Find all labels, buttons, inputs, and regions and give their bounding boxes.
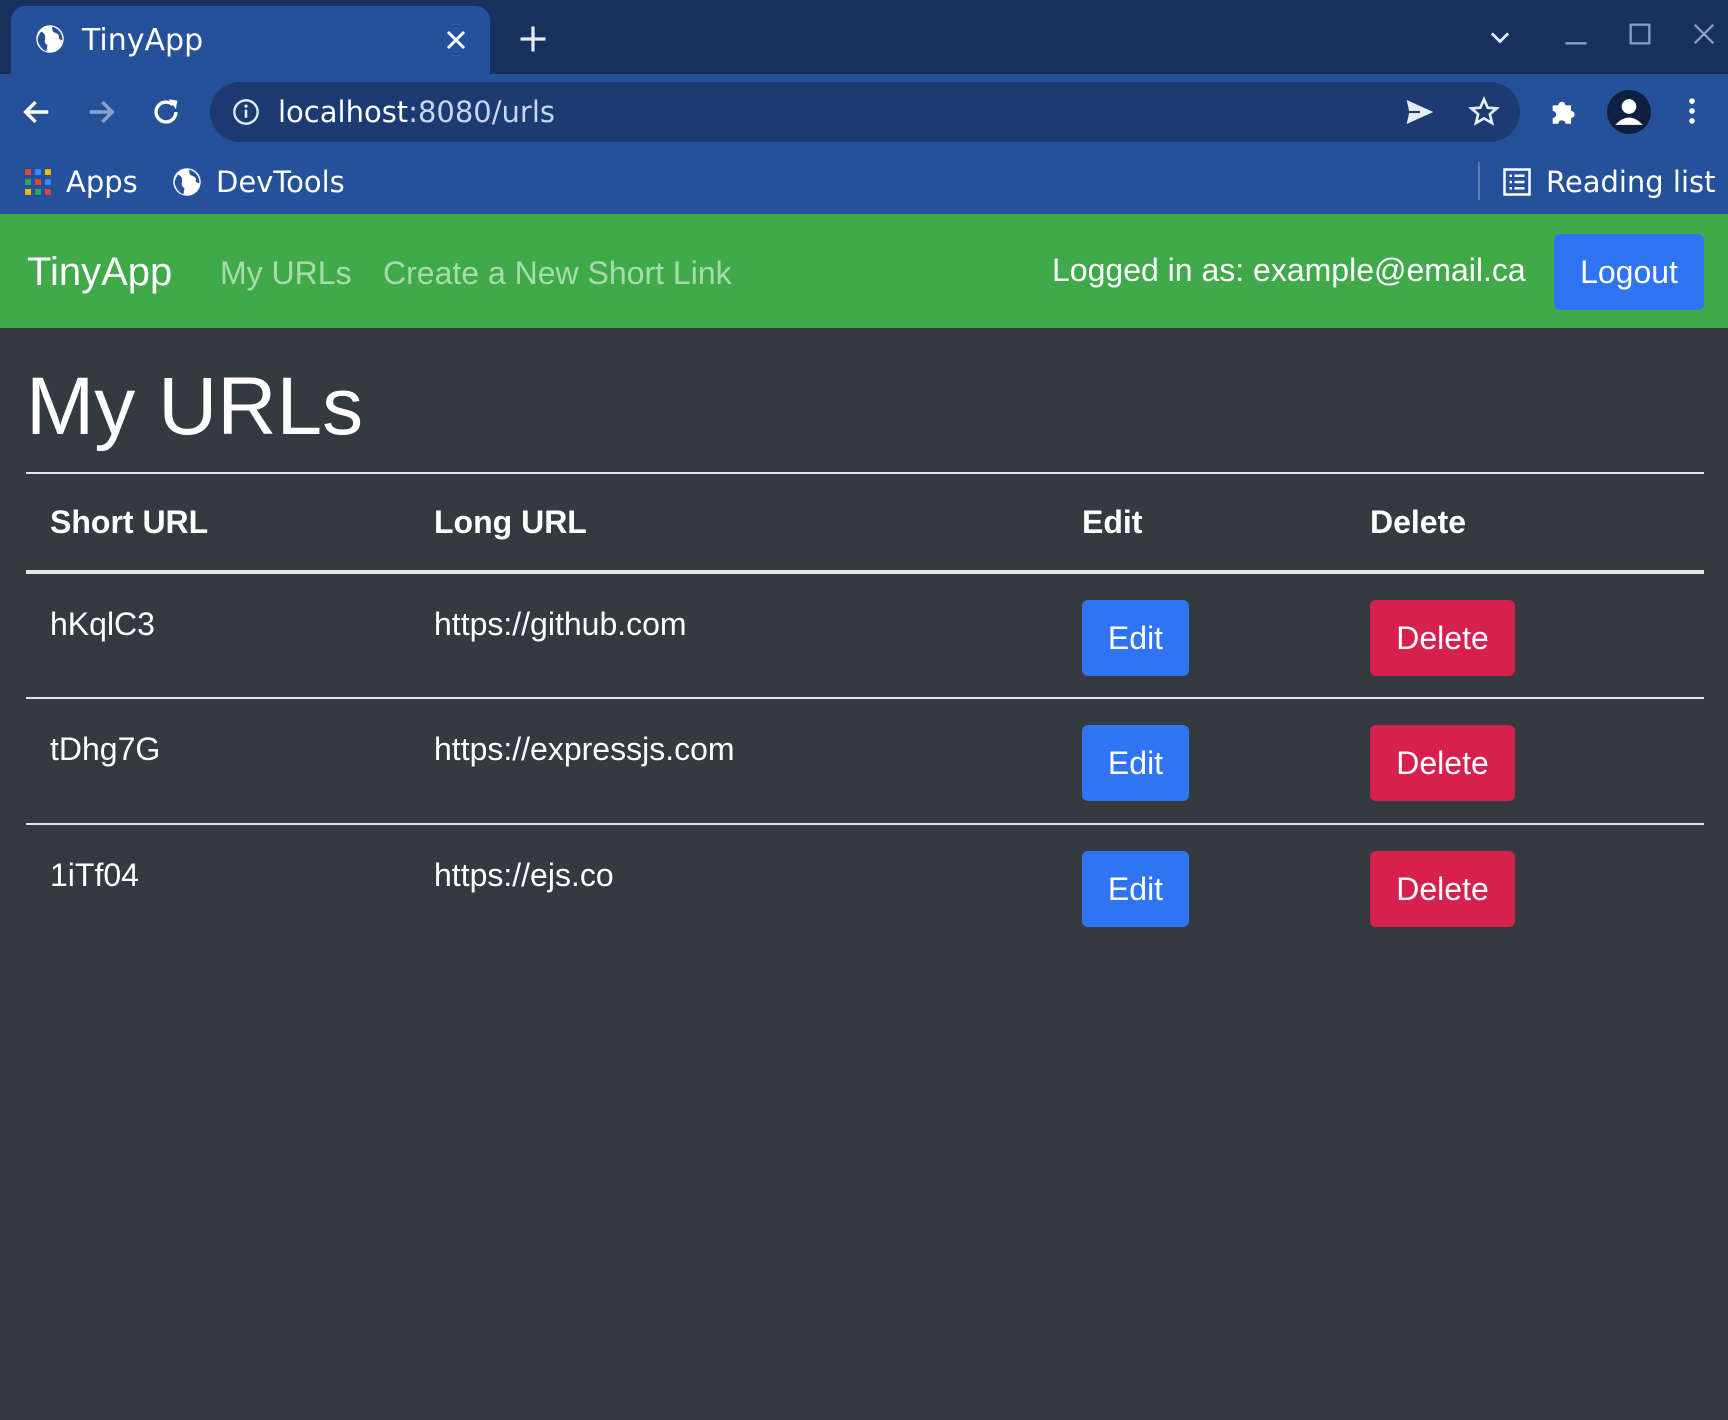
close-tab-icon[interactable] [444,28,468,52]
edit-cell: Edit [1058,572,1346,699]
profile-avatar-icon[interactable] [1607,90,1651,134]
long-url-cell: https://ejs.co [434,857,614,893]
tab-search-chevron-icon[interactable] [1486,24,1514,52]
edit-button[interactable]: Edit [1082,851,1189,927]
delete-cell: Delete [1346,824,1704,950]
reload-icon[interactable] [149,95,183,129]
browser-toolbar: localhost:8080/urls [0,74,1728,150]
nav-link-create-short-link[interactable]: Create a New Short Link [383,255,732,292]
apps-grid-icon [25,169,51,195]
table-header-row: Short URL Long URL Edit Delete [26,474,1704,574]
delete-button[interactable]: Delete [1370,851,1515,927]
navbar-brand[interactable]: TinyApp [27,250,172,295]
bookmarks-divider [1478,162,1480,200]
address-bar[interactable]: localhost:8080/urls [210,82,1520,142]
url-path: :8080/urls [408,95,555,129]
delete-button[interactable]: Delete [1370,725,1515,801]
delete-cell: Delete [1346,572,1704,699]
long-url-cell: https://github.com [410,572,1058,699]
globe-icon [36,25,64,53]
header-delete: Delete [1346,474,1704,574]
maximize-icon[interactable] [1626,20,1654,48]
new-tab-icon[interactable] [518,24,548,54]
url-host: localhost [278,95,409,129]
urls-table: Short URL Long URL Edit Delete hKqlC3 ht… [26,474,1704,950]
bookmarks-bar: Apps DevTools Reading list [0,150,1728,214]
table-row: tDhg7G https://expressjs.com Edit Delete [26,698,1704,825]
apps-label: Apps [66,165,138,199]
edit-button[interactable]: Edit [1082,725,1189,801]
devtools-label: DevTools [216,165,345,199]
tab-strip: TinyApp [0,0,1728,74]
short-url-cell: tDhg7G [26,698,410,825]
long-url-cell: https://expressjs.com [410,698,1058,825]
reading-list-icon [1503,168,1531,196]
bookmark-star-icon[interactable] [1468,96,1500,128]
table-row: hKqlC3 https://github.com Edit Delete [26,572,1704,699]
nav-link-my-urls[interactable]: My URLs [220,255,352,292]
reading-list-button[interactable]: Reading list [1502,160,1716,204]
site-info-icon[interactable] [232,98,260,126]
reading-list-label: Reading list [1546,165,1716,199]
back-arrow-icon[interactable] [20,95,54,129]
short-url-cell: 1iTf04 [50,857,139,893]
edit-button[interactable]: Edit [1082,600,1189,676]
delete-cell: Delete [1346,698,1704,825]
logged-in-status: Logged in as: example@email.ca [1052,252,1526,288]
extensions-puzzle-icon[interactable] [1547,94,1581,128]
edit-cell: Edit [1058,824,1346,950]
browser-tab[interactable]: TinyApp [11,6,490,74]
bookmark-apps[interactable]: Apps [24,160,138,204]
header-long-url: Long URL [410,474,1058,574]
table-row: 1iTf04 https://ejs.co Edit Delete [26,824,1704,950]
header-short-url: Short URL [26,474,410,574]
app-navbar: TinyApp My URLs Create a New Short Link … [0,214,1728,328]
forward-arrow-icon[interactable] [84,95,118,129]
logout-button[interactable]: Logout [1554,234,1704,310]
tab-title: TinyApp [82,23,204,58]
bookmark-devtools[interactable]: DevTools [172,160,345,204]
globe-icon [173,168,201,196]
short-url-cell: hKqlC3 [26,572,410,699]
header-edit: Edit [1058,474,1346,574]
send-icon[interactable] [1404,96,1436,128]
browser-menu-icon[interactable] [1675,94,1709,128]
address-url: localhost:8080/urls [278,95,555,129]
page-title: My URLs [26,361,364,452]
minimize-icon[interactable] [1562,20,1590,48]
edit-cell: Edit [1058,698,1346,825]
window-close-icon[interactable] [1690,20,1718,48]
delete-button[interactable]: Delete [1370,600,1515,676]
